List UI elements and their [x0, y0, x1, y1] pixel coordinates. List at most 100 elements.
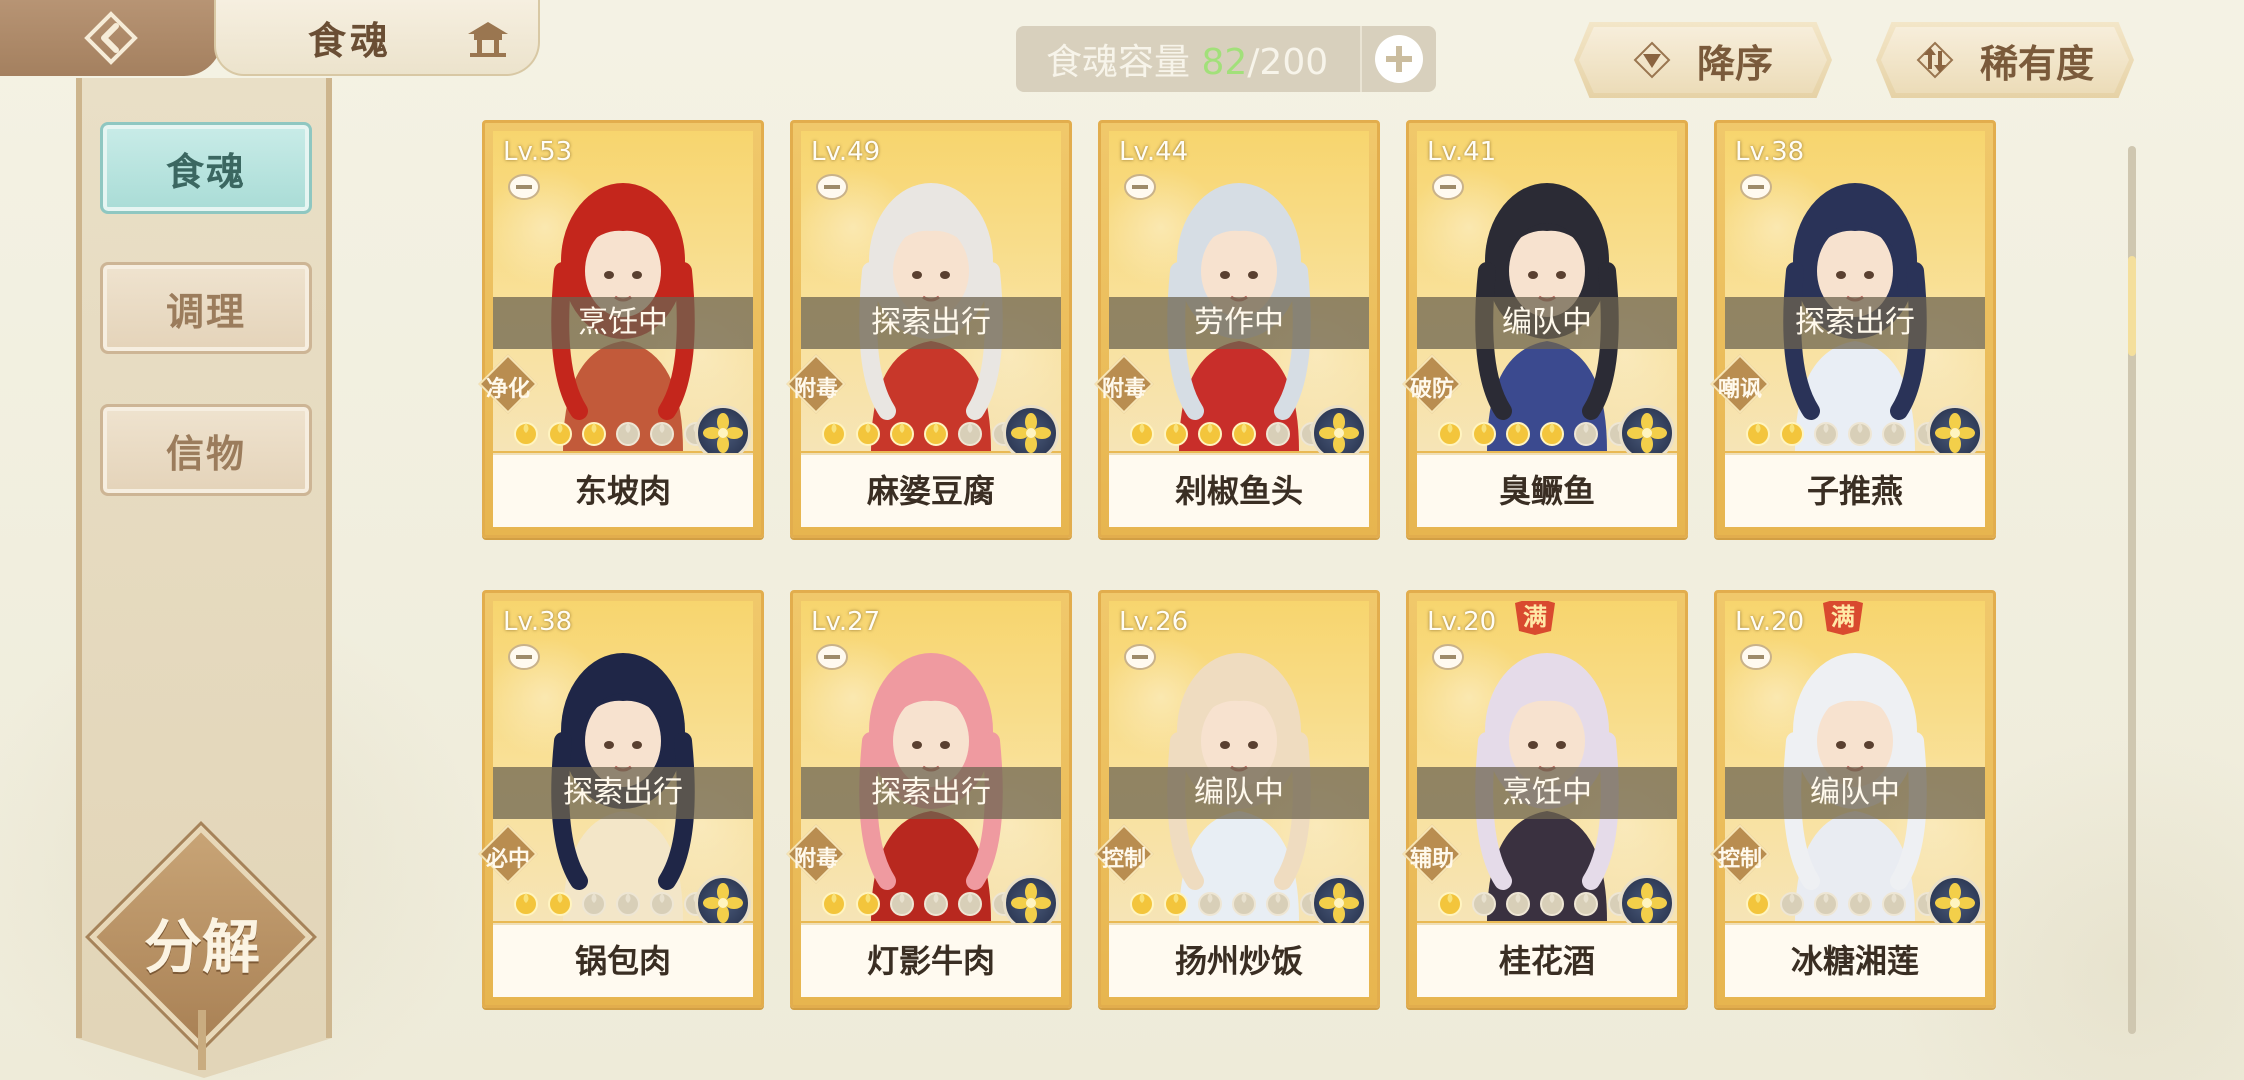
top-left-bar: 食魂 [0, 0, 540, 76]
tab-food-souls[interactable]: 食魂 [100, 122, 312, 214]
flame-star-dim-icon [1882, 892, 1906, 916]
lock-toggle-icon[interactable] [815, 173, 849, 201]
sort-order-button[interactable]: 降序 [1574, 22, 1832, 98]
flame-star-lit-icon [1540, 422, 1564, 446]
flame-star-dim-icon [616, 422, 640, 446]
card-level: Lv.53 [503, 137, 573, 167]
flame-star-dim-icon [1472, 892, 1496, 916]
status-bar: 探索出行 [801, 767, 1061, 819]
flame-star-dim-icon [1882, 422, 1906, 446]
flame-star-lit-icon [514, 422, 538, 446]
card-name: 臭鳜鱼 [1417, 453, 1677, 527]
flame-star-lit-icon [1472, 422, 1496, 446]
food-soul-card[interactable]: Lv.20 满 烹饪中 辅助 桂花酒 [1402, 590, 1688, 1008]
food-soul-card[interactable]: Lv.49 探索出行 附毒 麻婆豆腐 [786, 120, 1072, 538]
flame-star-dim-icon [958, 892, 982, 916]
flame-star-dim-icon [1198, 892, 1222, 916]
flame-star-lit-icon [1164, 422, 1188, 446]
lock-toggle-icon[interactable] [507, 643, 541, 671]
flame-star-lit-icon [548, 422, 572, 446]
star-rating [511, 417, 711, 447]
role-badge: 附毒 [1094, 354, 1154, 414]
food-soul-card[interactable]: Lv.41 编队中 破防 臭鳜鱼 [1402, 120, 1688, 538]
card-level: Lv.38 [1735, 137, 1805, 167]
flame-star-dim-icon [924, 892, 948, 916]
lock-toggle-icon[interactable] [1431, 173, 1465, 201]
tab-tokens[interactable]: 信物 [100, 404, 312, 496]
food-soul-card[interactable]: Lv.38 探索出行 必中 锅包肉 [478, 590, 764, 1008]
lock-toggle-icon[interactable] [1431, 643, 1465, 671]
role-badge: 净化 [478, 354, 538, 414]
status-bar: 劳作中 [1109, 297, 1369, 349]
decompose-label[interactable]: 分解 [118, 900, 286, 984]
food-soul-card[interactable]: Lv.26 编队中 控制 扬州炒饭 [1094, 590, 1380, 1008]
star-rating [819, 417, 1019, 447]
flame-star-lit-icon [1130, 892, 1154, 916]
max-level-text: 满 [1523, 603, 1547, 631]
card-level: Lv.20 [1427, 607, 1497, 637]
flame-star-dim-icon [1266, 422, 1290, 446]
card-name: 扬州炒饭 [1109, 923, 1369, 997]
card-level: Lv.41 [1427, 137, 1497, 167]
flame-star-lit-icon [582, 422, 606, 446]
back-button[interactable] [0, 0, 222, 76]
card-name: 灯影牛肉 [801, 923, 1061, 997]
food-soul-card[interactable]: Lv.44 劳作中 附毒 剁椒鱼头 [1094, 120, 1380, 538]
lock-toggle-icon[interactable] [1123, 173, 1157, 201]
status-bar: 探索出行 [493, 767, 753, 819]
card-name: 锅包肉 [493, 923, 753, 997]
flame-star-dim-icon [1574, 892, 1598, 916]
lock-toggle-icon[interactable] [1123, 643, 1157, 671]
pavilion-icon[interactable] [464, 18, 512, 58]
food-soul-grid: Lv.53 烹饪中 净化 东坡肉 Lv.49 探索出行 附毒 麻婆豆腐 Lv.4… [478, 120, 2002, 1010]
role-badge: 控制 [1094, 824, 1154, 884]
flame-star-lit-icon [1164, 892, 1188, 916]
role-label: 破防 [1409, 377, 1454, 402]
capacity-current: 82 [1201, 42, 1248, 83]
flame-star-dim-icon [1848, 422, 1872, 446]
star-rating [819, 887, 1019, 917]
role-label: 控制 [1717, 847, 1762, 872]
status-bar: 编队中 [1725, 767, 1985, 819]
scroll-thumb[interactable] [2128, 256, 2136, 356]
swap-arrows-icon [1916, 41, 1954, 79]
lock-toggle-icon[interactable] [815, 643, 849, 671]
flame-star-dim-icon [650, 892, 674, 916]
food-soul-card[interactable]: Lv.27 探索出行 附毒 灯影牛肉 [786, 590, 1072, 1008]
flame-star-dim-icon [1814, 422, 1838, 446]
food-soul-card[interactable]: Lv.38 探索出行 嘲讽 子推燕 [1710, 120, 1996, 538]
sort-order-label: 降序 [1696, 40, 1773, 86]
flame-star-dim-icon [1266, 892, 1290, 916]
lock-toggle-icon[interactable] [507, 173, 541, 201]
tab-cultivate[interactable]: 调理 [100, 262, 312, 354]
food-soul-card[interactable]: Lv.53 烹饪中 净化 东坡肉 [478, 120, 764, 538]
flame-star-lit-icon [1438, 892, 1462, 916]
sort-rarity-button[interactable]: 稀有度 [1876, 22, 2134, 98]
flame-star-lit-icon [514, 892, 538, 916]
tab-label: 信物 [165, 430, 246, 476]
star-rating [1435, 417, 1635, 447]
flame-star-dim-icon [650, 422, 674, 446]
role-badge: 必中 [478, 824, 538, 884]
status-bar: 烹饪中 [1417, 767, 1677, 819]
food-soul-card[interactable]: Lv.20 满 编队中 控制 冰糖湘莲 [1710, 590, 1996, 1008]
status-bar: 烹饪中 [493, 297, 753, 349]
role-label: 附毒 [1101, 377, 1146, 402]
card-level: Lv.38 [503, 607, 573, 637]
flame-star-dim-icon [1814, 892, 1838, 916]
role-label: 附毒 [793, 847, 838, 872]
role-label: 附毒 [793, 377, 838, 402]
scrollbar[interactable] [2128, 146, 2136, 1034]
flame-star-dim-icon [1232, 892, 1256, 916]
title-plate: 食魂 [214, 0, 540, 76]
lock-toggle-icon[interactable] [1739, 643, 1773, 671]
lock-toggle-icon[interactable] [1739, 173, 1773, 201]
star-rating [1743, 887, 1943, 917]
card-level: Lv.44 [1119, 137, 1189, 167]
role-label: 辅助 [1409, 847, 1454, 872]
tab-label: 食魂 [165, 148, 246, 194]
flame-star-lit-icon [856, 422, 880, 446]
role-badge: 辅助 [1402, 824, 1462, 884]
flame-star-lit-icon [890, 422, 914, 446]
add-capacity-button[interactable] [1360, 26, 1436, 92]
